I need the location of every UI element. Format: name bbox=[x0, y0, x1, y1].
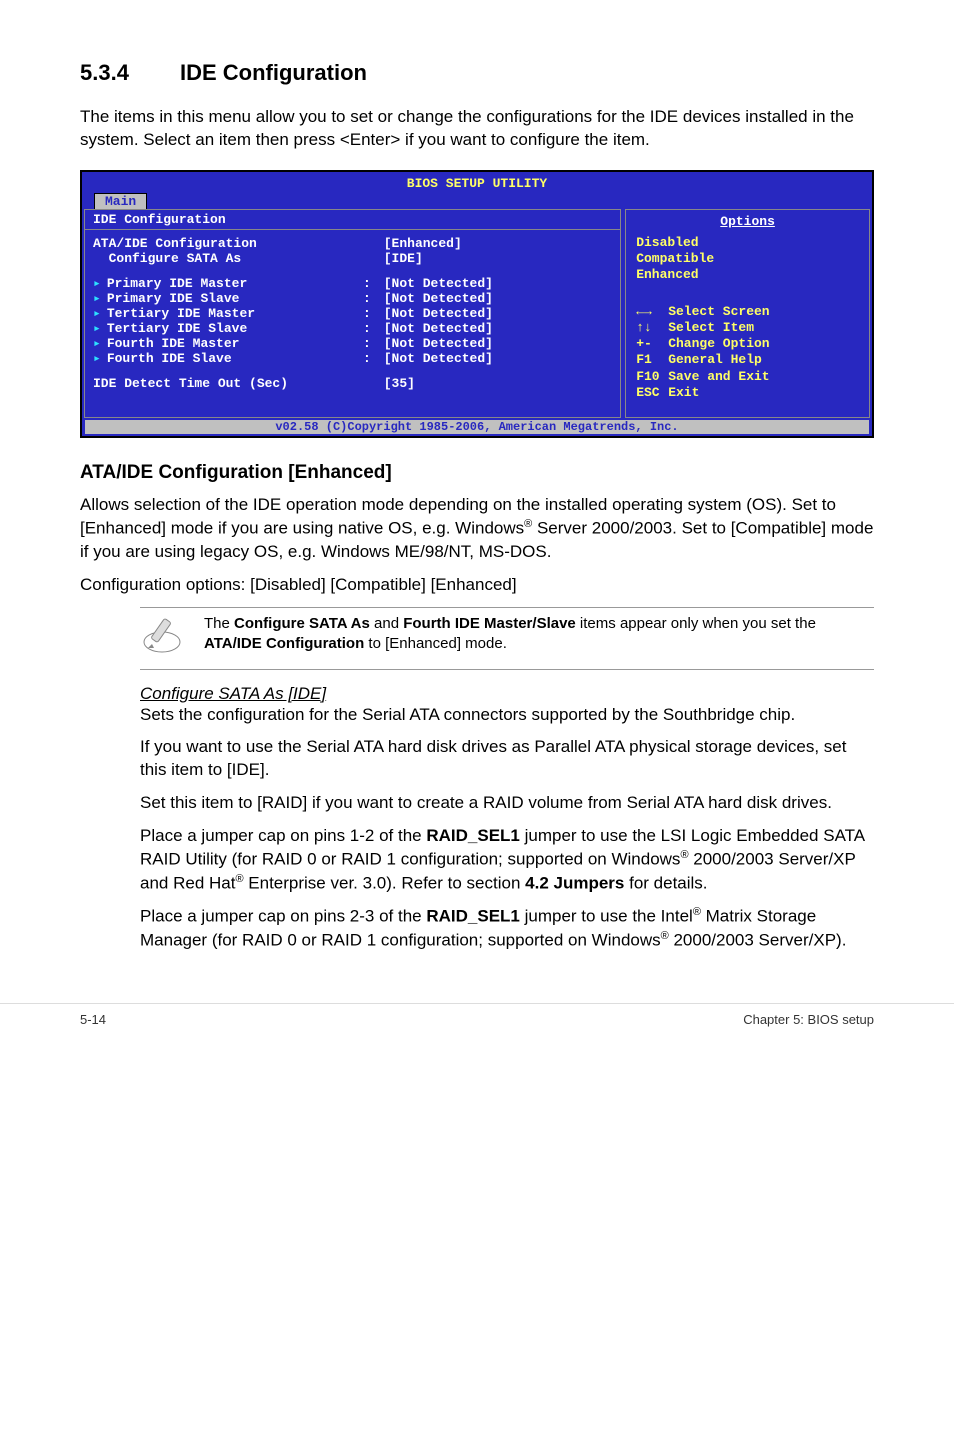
bios-device-label: Tertiary IDE Master bbox=[107, 306, 255, 321]
bios-window: BIOS SETUP UTILITY Main IDE Configuratio… bbox=[80, 170, 874, 438]
help-text: Save and Exit bbox=[668, 369, 769, 385]
sata-p4: Place a jumper cap on pins 1-2 of the RA… bbox=[140, 825, 874, 895]
bios-device-row[interactable]: ▸Tertiary IDE Master:[Not Detected] bbox=[85, 306, 620, 321]
bios-left-pane: IDE Configuration ATA/IDE Configuration … bbox=[84, 209, 621, 418]
bios-device-row[interactable]: ▸Tertiary IDE Slave:[Not Detected] bbox=[85, 321, 620, 336]
submenu-arrow-icon: ▸ bbox=[93, 306, 107, 321]
bios-options-title: Options bbox=[626, 214, 869, 229]
ata-paragraph: Allows selection of the IDE operation mo… bbox=[80, 494, 874, 563]
registered-icon: ® bbox=[680, 849, 688, 861]
bios-title: BIOS SETUP UTILITY bbox=[82, 172, 872, 191]
section-intro: The items in this menu allow you to set … bbox=[80, 106, 874, 152]
bios-left-header: IDE Configuration bbox=[85, 210, 620, 230]
bios-device-value: [Not Detected] bbox=[384, 321, 612, 336]
help-key: F1 bbox=[636, 352, 668, 368]
help-key: ↑↓ bbox=[636, 320, 668, 336]
bios-device-value: [Not Detected] bbox=[384, 276, 612, 291]
bios-option[interactable]: Compatible bbox=[636, 251, 859, 267]
bios-option[interactable]: Enhanced bbox=[636, 267, 859, 283]
bios-setting-row[interactable]: IDE Detect Time Out (Sec) [35] bbox=[85, 376, 620, 391]
bios-setting-row[interactable]: ATA/IDE Configuration [Enhanced] bbox=[85, 236, 620, 251]
bios-device-label: Fourth IDE Slave bbox=[107, 351, 232, 366]
submenu-arrow-icon: ▸ bbox=[93, 351, 107, 366]
bios-setting-value: [Enhanced] bbox=[384, 236, 612, 251]
bios-device-row[interactable]: ▸Fourth IDE Slave:[Not Detected] bbox=[85, 351, 620, 366]
chapter-label: Chapter 5: BIOS setup bbox=[743, 1012, 874, 1027]
note-box: The Configure SATA As and Fourth IDE Mas… bbox=[140, 607, 874, 670]
bios-setting-label: Configure SATA As bbox=[93, 251, 363, 266]
sata-p1: Sets the configuration for the Serial AT… bbox=[140, 704, 874, 727]
bios-setting-row[interactable]: Configure SATA As [IDE] bbox=[85, 251, 620, 266]
sub-heading-ata: ATA/IDE Configuration [Enhanced] bbox=[80, 462, 874, 484]
bios-device-row[interactable]: ▸Primary IDE Master:[Not Detected] bbox=[85, 276, 620, 291]
bios-device-label: Primary IDE Slave bbox=[107, 291, 240, 306]
ata-config-options: Configuration options: [Disabled] [Compa… bbox=[80, 574, 874, 597]
bios-device-label: Primary IDE Master bbox=[107, 276, 247, 291]
sata-p3: Set this item to [RAID] if you want to c… bbox=[140, 792, 874, 815]
registered-icon: ® bbox=[693, 906, 701, 918]
page-number: 5-14 bbox=[80, 1012, 106, 1027]
help-text: Change Option bbox=[668, 336, 769, 352]
section-title-text: IDE Configuration bbox=[180, 60, 367, 85]
registered-icon: ® bbox=[235, 873, 243, 885]
bios-device-value: [Not Detected] bbox=[384, 291, 612, 306]
submenu-arrow-icon: ▸ bbox=[93, 321, 107, 336]
help-key: ESC bbox=[636, 385, 668, 401]
note-text: The Configure SATA As and Fourth IDE Mas… bbox=[204, 614, 874, 655]
bios-tab-main[interactable]: Main bbox=[94, 193, 147, 209]
help-text: Select Screen bbox=[668, 304, 769, 320]
submenu-arrow-icon: ▸ bbox=[93, 291, 107, 306]
bios-device-label: Tertiary IDE Slave bbox=[107, 321, 247, 336]
bios-device-value: [Not Detected] bbox=[384, 351, 612, 366]
section-heading: 5.3.4IDE Configuration bbox=[80, 60, 874, 86]
bios-setting-label: IDE Detect Time Out (Sec) bbox=[93, 376, 363, 391]
sata-p5: Place a jumper cap on pins 2-3 of the RA… bbox=[140, 905, 874, 952]
bios-device-row[interactable]: ▸Primary IDE Slave:[Not Detected] bbox=[85, 291, 620, 306]
submenu-arrow-icon: ▸ bbox=[93, 336, 107, 351]
pencil-note-icon bbox=[140, 614, 184, 663]
sub-heading-sata: Configure SATA As [IDE] bbox=[140, 684, 874, 704]
sata-p2: If you want to use the Serial ATA hard d… bbox=[140, 736, 874, 782]
section-number: 5.3.4 bbox=[80, 60, 180, 86]
page-footer: 5-14 Chapter 5: BIOS setup bbox=[0, 1003, 954, 1057]
bios-device-value: [Not Detected] bbox=[384, 306, 612, 321]
help-key: F10 bbox=[636, 369, 668, 385]
bios-footer: v02.58 (C)Copyright 1985-2006, American … bbox=[85, 420, 869, 434]
submenu-arrow-icon: ▸ bbox=[93, 276, 107, 291]
help-text: Exit bbox=[668, 385, 699, 401]
bios-option[interactable]: Disabled bbox=[636, 235, 859, 251]
bios-right-pane: Options Disabled Compatible Enhanced ←→S… bbox=[625, 209, 870, 418]
registered-icon: ® bbox=[661, 930, 669, 942]
help-key: +- bbox=[636, 336, 668, 352]
bios-setting-value: [35] bbox=[384, 376, 612, 391]
bios-device-label: Fourth IDE Master bbox=[107, 336, 240, 351]
help-text: Select Item bbox=[668, 320, 754, 336]
bios-device-value: [Not Detected] bbox=[384, 336, 612, 351]
bios-device-row[interactable]: ▸Fourth IDE Master:[Not Detected] bbox=[85, 336, 620, 351]
bios-setting-label: ATA/IDE Configuration bbox=[93, 236, 363, 251]
bios-setting-value: [IDE] bbox=[384, 251, 612, 266]
help-text: General Help bbox=[668, 352, 762, 368]
bios-help-pane: ←→Select Screen ↑↓Select Item +-Change O… bbox=[626, 284, 869, 408]
help-key: ←→ bbox=[636, 304, 668, 320]
